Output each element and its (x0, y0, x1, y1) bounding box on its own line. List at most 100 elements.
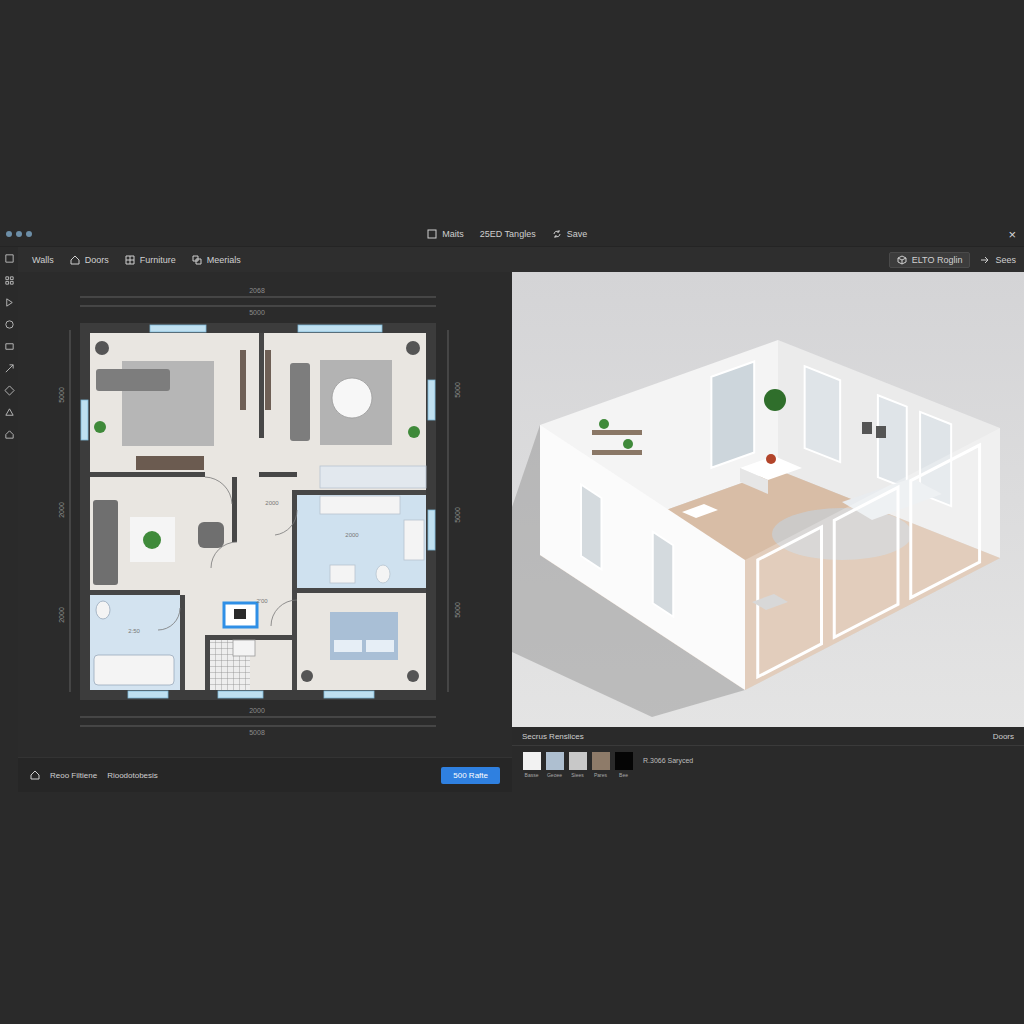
close-button[interactable]: × (1008, 227, 1016, 242)
cabinet[interactable] (265, 350, 271, 410)
toilet[interactable] (96, 601, 110, 619)
sink[interactable] (330, 565, 355, 583)
pillow (366, 640, 394, 652)
tool-icon[interactable] (4, 341, 15, 352)
swatch-label: Siees (571, 772, 584, 778)
preview-panel: Secrus RenslicesDoorsBasseGeoeeSieesPare… (512, 272, 1024, 792)
plan-panel: 2068500020005008500020002000500050005000… (18, 272, 512, 792)
materials-panel: Secrus RenslicesDoorsBasseGeoeeSieesPare… (512, 727, 1024, 792)
toilet[interactable] (376, 565, 390, 583)
toolbar-item[interactable]: Walls (32, 255, 54, 265)
picture-frame (876, 426, 886, 438)
toolbar-item[interactable]: Meerials (192, 255, 241, 265)
backdrop-top (0, 0, 1024, 222)
toolbar-item[interactable]: Furniture (125, 255, 176, 265)
dimension-lines (70, 297, 448, 726)
screen: Maits 25ED Tangles Save × Walls Doors Furnitur… (0, 0, 1024, 1024)
kitchen-counter[interactable] (320, 466, 426, 488)
dimension-label: 5000 (58, 387, 65, 403)
floor-plan[interactable]: 2068500020005008500020002000500050005000… (18, 272, 512, 757)
window (878, 395, 907, 488)
tool-icon[interactable] (4, 319, 15, 330)
room-label: 2:50 (128, 628, 140, 634)
bed[interactable] (330, 612, 398, 660)
home-icon[interactable] (30, 770, 40, 780)
sofa[interactable] (96, 369, 170, 391)
tool-icon[interactable] (4, 407, 15, 418)
armchair[interactable] (198, 522, 224, 548)
chair (752, 594, 788, 610)
sideboard[interactable] (136, 456, 204, 470)
tool-icon[interactable] (4, 275, 15, 286)
object-label: 2'00 (256, 598, 268, 604)
view-toggle-button[interactable]: ELTO Roglin (889, 252, 971, 268)
coffee-table[interactable] (130, 517, 175, 562)
material-swatch[interactable]: Basse (522, 752, 541, 778)
menu-item[interactable]: Save (552, 229, 588, 239)
window-dot-icon[interactable] (16, 231, 22, 237)
cabinet[interactable] (240, 350, 246, 410)
tool-icon[interactable] (4, 253, 15, 264)
room-label: 2000 (265, 500, 279, 506)
tool-icon[interactable] (4, 429, 15, 440)
footer-item[interactable]: Reoo Filtiene (50, 771, 97, 780)
plant-icon[interactable] (143, 531, 161, 549)
counter[interactable] (320, 496, 400, 514)
dimension-label: 5000 (249, 309, 265, 316)
lamp-icon[interactable] (406, 341, 420, 355)
picture-frame (862, 422, 872, 434)
swatch-chip (592, 752, 610, 770)
tool-icon[interactable] (4, 385, 15, 396)
plant-icon[interactable] (408, 426, 420, 438)
sofa[interactable] (290, 363, 310, 441)
swatch-label: Bee (619, 772, 628, 778)
lamp-icon[interactable] (301, 670, 313, 682)
content: Walls Doors Furniture Meerials ELTO Roglin Se… (18, 247, 1024, 792)
window (653, 532, 674, 617)
swatch-label: Pares (594, 772, 607, 778)
materials-action[interactable]: Doors (993, 732, 1014, 741)
lamp-icon[interactable] (407, 670, 419, 682)
window-dot-icon[interactable] (6, 231, 12, 237)
tool-icon[interactable] (4, 297, 15, 308)
swatch-chip (546, 752, 564, 770)
share-button[interactable]: Sees (980, 255, 1016, 265)
preview-background (512, 272, 1024, 727)
washbasin[interactable] (233, 640, 255, 656)
material-swatch[interactable]: Pares (591, 752, 610, 778)
selected-object[interactable] (224, 603, 257, 627)
rug[interactable] (320, 360, 392, 445)
sync-icon (552, 229, 562, 239)
side-table (682, 504, 718, 518)
material-swatch[interactable]: Bee (614, 752, 633, 778)
toolbar-items: Walls Doors Furniture Meerials (32, 255, 241, 265)
swatch-chip (569, 752, 587, 770)
glass-panel (834, 487, 898, 637)
menu-item[interactable]: 25ED Tangles (480, 229, 536, 239)
app-window: Maits 25ED Tangles Save × Walls Doors Furnitur… (0, 222, 1024, 792)
3d-preview[interactable] (512, 272, 1024, 727)
toolbar-item[interactable]: Doors (70, 255, 109, 265)
couch[interactable] (93, 500, 118, 585)
tool-icon[interactable] (4, 363, 15, 374)
fridge[interactable] (404, 520, 424, 560)
toolbar: Walls Doors Furniture Meerials ELTO Roglin Se… (18, 247, 1024, 272)
bathtub[interactable] (94, 655, 174, 685)
cube-icon (897, 255, 907, 265)
material-swatch[interactable]: Geoee (545, 752, 564, 778)
round-table[interactable] (332, 378, 372, 418)
primary-button[interactable]: 500 Rafte (441, 767, 500, 784)
footer-item[interactable]: Rioodotobesis (107, 771, 158, 780)
outer-wall[interactable] (80, 323, 436, 700)
shelf (592, 450, 642, 455)
lamp-icon[interactable] (95, 341, 109, 355)
material-swatch[interactable]: Siees (568, 752, 587, 778)
tool-strip (0, 247, 18, 792)
dimension-label: 5000 (454, 507, 461, 523)
window-dot-icon[interactable] (26, 231, 32, 237)
dimension-label: 2068 (249, 287, 265, 294)
pillow (334, 640, 362, 652)
dimension-label: 5000 (454, 382, 461, 398)
plant-icon[interactable] (94, 421, 106, 433)
menu-item[interactable]: Maits (427, 229, 464, 239)
